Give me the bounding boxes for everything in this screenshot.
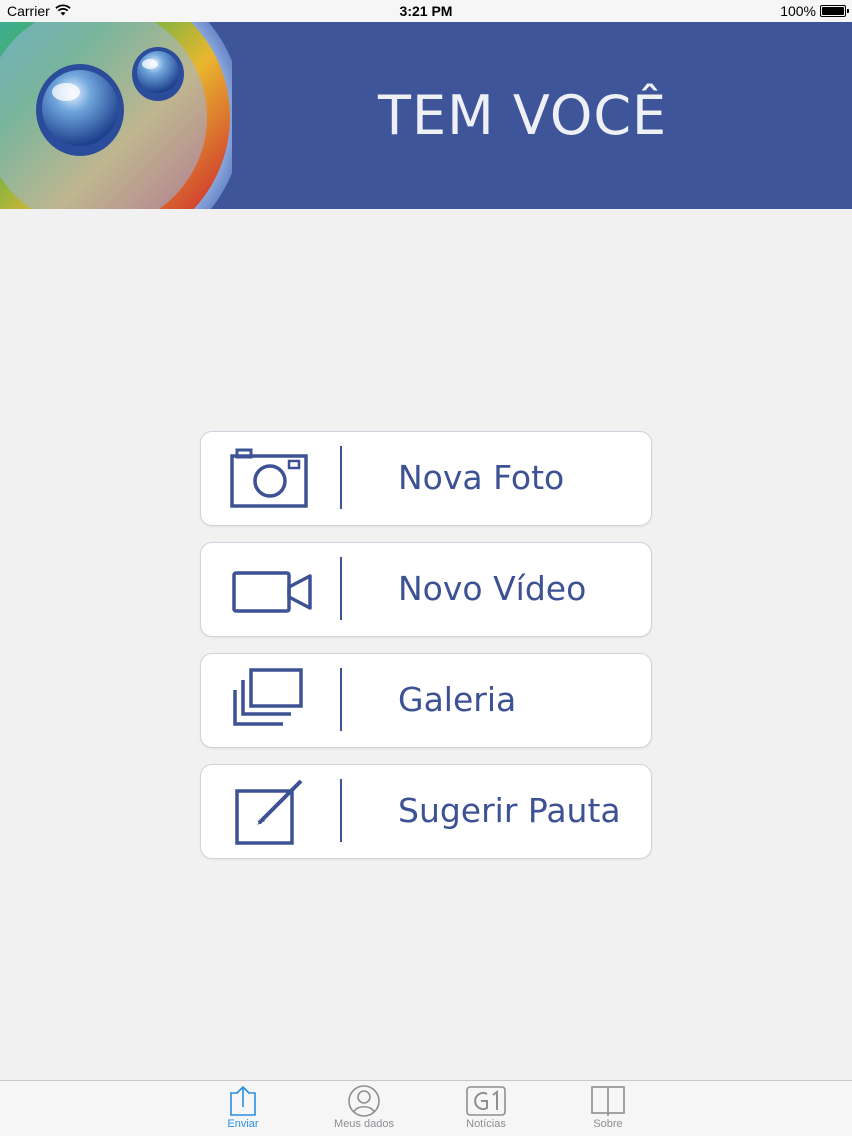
tab-label: Notícias — [466, 1118, 506, 1130]
suggest-story-label: Sugerir Pauta — [398, 791, 621, 830]
battery-percent: 100% — [780, 3, 816, 19]
banner-title: TEM VOCÊ — [378, 84, 668, 147]
app-logo — [0, 22, 250, 209]
new-video-label: Novo Vídeo — [398, 569, 587, 608]
status-bar: Carrier 3:21 PM 100% — [0, 0, 852, 22]
book-icon — [591, 1086, 625, 1116]
menu-divider — [340, 557, 342, 620]
tab-label: Meus dados — [334, 1118, 394, 1130]
tab-sobre[interactable]: Sobre — [558, 1083, 658, 1135]
new-photo-button[interactable]: Nova Foto — [200, 431, 652, 526]
tab-noticias[interactable]: Notícias — [436, 1083, 536, 1135]
tab-bar: Enviar Meus dados Notícias Sobre — [0, 1080, 852, 1136]
menu-divider — [340, 779, 342, 842]
camera-icon — [229, 446, 313, 512]
new-video-button[interactable]: Novo Vídeo — [200, 542, 652, 637]
user-icon — [348, 1085, 380, 1117]
menu-divider — [340, 446, 342, 509]
tab-enviar[interactable]: Enviar — [193, 1083, 293, 1135]
video-camera-icon — [229, 557, 313, 623]
menu-divider — [340, 668, 342, 731]
edit-icon — [229, 779, 313, 845]
new-photo-label: Nova Foto — [398, 458, 565, 497]
tab-label: Sobre — [593, 1118, 623, 1130]
tab-meus-dados[interactable]: Meus dados — [314, 1083, 414, 1135]
g1-icon — [466, 1086, 506, 1116]
status-time: 3:21 PM — [399, 3, 453, 19]
action-menu: Nova Foto Novo Vídeo Galeria Sugerir Pau… — [200, 431, 652, 875]
battery-icon — [820, 5, 849, 17]
gallery-button[interactable]: Galeria — [200, 653, 652, 748]
upload-icon — [230, 1085, 256, 1116]
status-right: 100% — [780, 3, 849, 19]
gallery-icon — [229, 668, 313, 734]
suggest-story-button[interactable]: Sugerir Pauta — [200, 764, 652, 859]
tab-label: Enviar — [227, 1118, 259, 1130]
gallery-label: Galeria — [398, 680, 517, 719]
battery-fill — [822, 7, 844, 15]
header-banner: TEM VOCÊ — [0, 22, 852, 209]
